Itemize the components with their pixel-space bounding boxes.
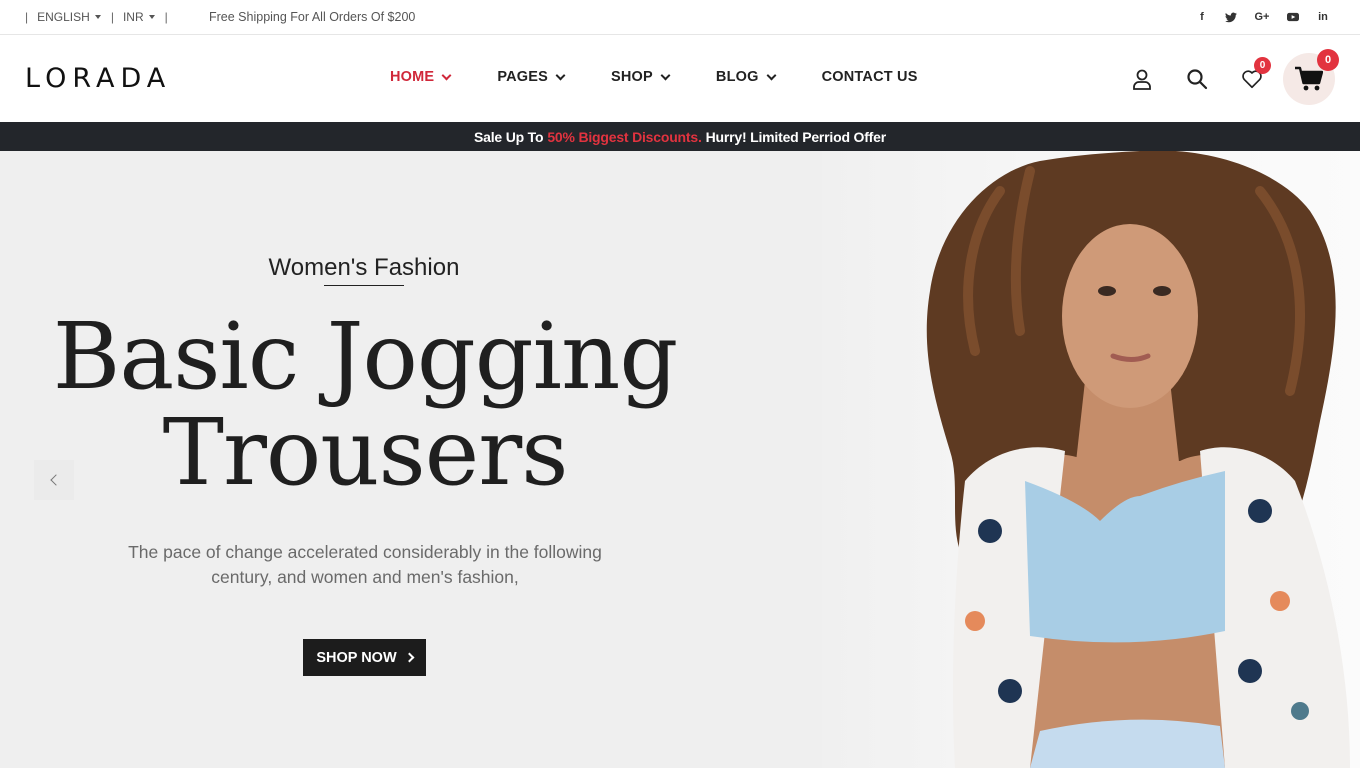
social-links: f G+ in [1196, 0, 1330, 34]
main-header: LORADA HOME PAGES SHOP BLOG CONTACT US 0… [0, 35, 1360, 122]
search-icon[interactable] [1186, 68, 1208, 90]
linkedin-icon[interactable]: in [1316, 11, 1330, 23]
nav-item-pages[interactable]: PAGES [497, 69, 566, 85]
nav-label: BLOG [715, 69, 759, 85]
nav-label: SHOP [611, 69, 653, 85]
nav-label: PAGES [497, 69, 549, 85]
slider-prev-button[interactable] [34, 460, 74, 500]
wishlist-count-badge: 0 [1254, 57, 1271, 74]
google-plus-icon[interactable]: G+ [1254, 11, 1270, 23]
cart-button[interactable]: 0 [1283, 49, 1339, 105]
nav-item-home[interactable]: HOME [390, 69, 452, 85]
cart-count-badge: 0 [1317, 49, 1339, 71]
shipping-notice: Free Shipping For All Orders Of $200 [209, 10, 416, 24]
chevron-down-icon [766, 70, 777, 80]
hero-title-line: Trousers [162, 399, 569, 506]
main-nav: HOME PAGES SHOP BLOG CONTACT US [390, 69, 918, 85]
chevron-down-icon [660, 70, 671, 80]
wishlist-button[interactable]: 0 [1241, 57, 1271, 90]
nav-label: CONTACT US [821, 69, 918, 85]
top-bar-selectors: | ENGLISH | INR | [25, 0, 177, 34]
divider: | [25, 10, 29, 24]
hero-title-line: Basic Jogging [52, 303, 679, 410]
chevron-right-icon [404, 652, 415, 663]
cart-icon [1295, 66, 1323, 91]
promo-suffix: Hurry! Limited Perriod Offer [705, 128, 887, 145]
hero-subtitle: Women's Fashion [268, 254, 460, 281]
top-bar: | ENGLISH | INR | Free Shipping For All … [0, 0, 1360, 35]
shop-now-button[interactable]: SHOP NOW [303, 639, 426, 676]
divider: | [110, 10, 114, 24]
twitter-icon[interactable] [1225, 11, 1237, 23]
facebook-icon[interactable]: f [1196, 11, 1208, 23]
youtube-icon[interactable] [1287, 11, 1299, 23]
promo-banner: Sale Up To 50% Biggest Discounts. Hurry!… [0, 122, 1360, 151]
user-icon[interactable] [1131, 68, 1153, 90]
promo-highlight: 50% Biggest Discounts. [547, 128, 702, 145]
caret-down-icon [94, 15, 101, 19]
hero-description: The pace of change accelerated considera… [90, 540, 640, 590]
language-selector[interactable]: ENGLISH [37, 10, 101, 24]
chevron-down-icon [441, 70, 452, 80]
language-label: ENGLISH [37, 10, 90, 24]
promo-prefix: Sale Up To [474, 128, 544, 145]
divider: | [164, 10, 168, 24]
currency-label: INR [122, 10, 144, 24]
header-actions: 0 0 [1098, 49, 1339, 105]
hero-description-line: The pace of change accelerated considera… [128, 542, 602, 562]
chevron-left-icon [50, 474, 62, 486]
subtitle-underline [324, 285, 404, 286]
nav-item-shop[interactable]: SHOP [611, 69, 671, 85]
hero-model-image [926, 151, 1350, 768]
nav-label: HOME [390, 69, 435, 85]
hero-slider: Women's Fashion Basic Jogging Trousers T… [0, 151, 1360, 768]
logo[interactable]: LORADA [25, 63, 171, 94]
hero-description-line: century, and women and men's fashion, [211, 567, 519, 587]
caret-down-icon [148, 15, 155, 19]
chevron-down-icon [555, 70, 566, 80]
shop-now-label: SHOP NOW [316, 649, 397, 666]
hero-title: Basic Jogging Trousers [30, 309, 700, 501]
nav-item-blog[interactable]: BLOG [715, 69, 777, 85]
nav-item-contact[interactable]: CONTACT US [822, 69, 918, 85]
currency-selector[interactable]: INR [123, 10, 155, 24]
